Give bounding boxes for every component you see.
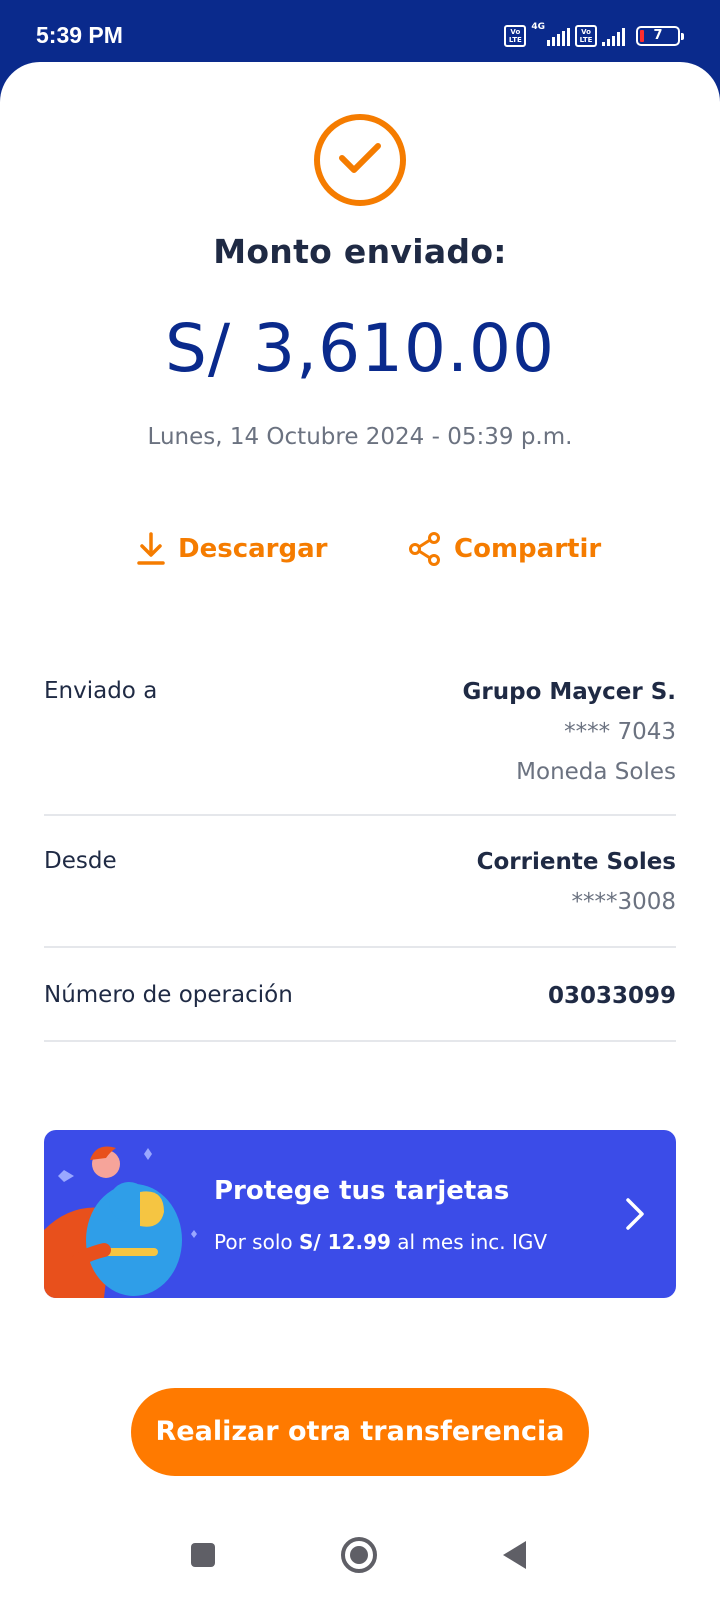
receipt-date: Lunes, 14 Octubre 2024 - 05:39 p.m. (147, 424, 573, 450)
download-button[interactable]: Descargar (136, 532, 327, 566)
system-nav-bar (0, 1532, 720, 1600)
share-button[interactable]: Compartir (408, 532, 601, 566)
banner-subtitle: Por solo S/ 12.99 al mes inc. IGV (214, 1230, 547, 1254)
sent-to-value: Grupo Maycer S. **** 7043 Moneda Soles (463, 672, 676, 792)
operation-value: 03033099 (548, 976, 676, 1016)
receipt-title: Monto enviado: (213, 232, 507, 271)
divider (44, 946, 676, 948)
superhero-illustration (44, 1146, 197, 1298)
network-type: 4G (531, 22, 545, 32)
from-account-name: Corriente Soles (476, 849, 676, 875)
banner-sub-prefix: Por solo (214, 1230, 299, 1254)
recipient-account: **** 7043 (564, 719, 676, 745)
operation-label: Número de operación (44, 982, 293, 1008)
back-icon[interactable] (500, 1538, 530, 1572)
download-label: Descargar (178, 534, 328, 564)
signal-icon (547, 26, 570, 46)
recipient-name: Grupo Maycer S. (462, 679, 676, 705)
divider (44, 1040, 676, 1042)
status-time: 5:39 PM (36, 22, 123, 48)
receipt-card: Monto enviado: S/ 3,610.00 Lunes, 14 Oct… (0, 62, 720, 1600)
from-label: Desde (44, 848, 117, 874)
volte-icon: Vo LTE (504, 25, 527, 47)
chevron-right-icon (626, 1198, 644, 1230)
banner-price: S/ 12.99 (298, 1230, 391, 1254)
banner-sub-suffix: al mes inc. IGV (390, 1230, 548, 1254)
divider (44, 814, 676, 816)
operation-number: 03033099 (547, 983, 676, 1009)
status-icons: Vo LTE 4G Vo LTE 7 (504, 22, 684, 49)
sent-to-label: Enviado a (44, 678, 158, 704)
signal-icon-2 (602, 26, 625, 46)
recents-icon[interactable] (188, 1540, 218, 1570)
success-check-icon (314, 114, 406, 206)
receipt-amount: S/ 3,610.00 (164, 310, 556, 387)
download-icon (137, 532, 165, 565)
status-bar: 5:39 PM Vo LTE 4G Vo LTE 7 (0, 0, 720, 64)
battery-icon: 7 (636, 26, 684, 46)
volte-icon-2: Vo LTE (575, 25, 597, 47)
home-icon[interactable] (340, 1536, 378, 1574)
from-account-number: ****3008 (571, 889, 676, 915)
new-transfer-button[interactable]: Realizar otra transferencia (131, 1388, 589, 1476)
share-label: Compartir (454, 534, 602, 564)
card-protection-banner[interactable]: Protege tus tarjetas Por solo S/ 12.99 a… (44, 1130, 676, 1298)
share-icon (409, 532, 440, 566)
recipient-currency: Moneda Soles (516, 759, 676, 785)
banner-title: Protege tus tarjetas (214, 1176, 510, 1206)
from-value: Corriente Soles ****3008 (477, 842, 676, 922)
